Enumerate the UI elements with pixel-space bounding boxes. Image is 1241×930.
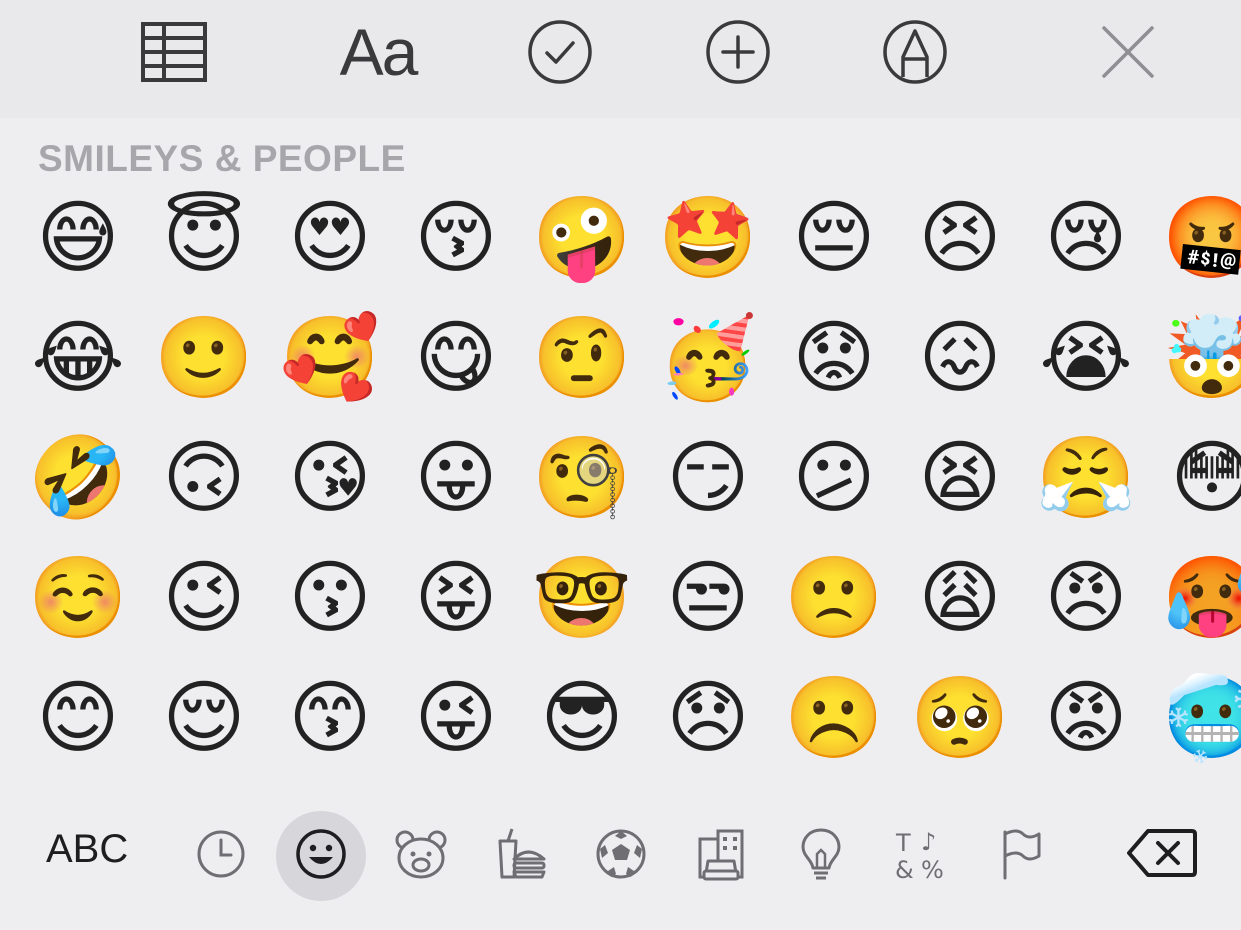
emoji-key[interactable]: ☹️ (782, 666, 886, 770)
emoji-key[interactable]: 😳 (1160, 426, 1241, 530)
emoji-key[interactable]: 🥰 (278, 306, 382, 410)
abc-button[interactable]: ABC (46, 827, 128, 872)
emoji-key[interactable]: 😖 (908, 306, 1012, 410)
emoji-key[interactable]: 😕 (782, 426, 886, 530)
emoji-panel[interactable]: SMILEYS & PEOPLE 😅 😇 😍 😚 🤪 🤩 😔 😣 😢 🤬 😂 🙂 🥰 😋 🤨 🥳 😟 😖 😭 🤯 🤣 🙃 😘… (0, 118, 1241, 793)
svg-text:&: & (895, 856, 914, 882)
pen-circle-icon (882, 19, 948, 85)
svg-text:%: % (921, 856, 944, 882)
smiley-icon (294, 827, 348, 886)
emoji-key[interactable]: 😂 (26, 306, 130, 410)
emoji-key[interactable]: 😌 (152, 666, 256, 770)
close-icon (1100, 24, 1156, 80)
text-format-label: Aa (339, 15, 419, 89)
emoji-key[interactable]: 😫 (908, 426, 1012, 530)
emoji-key[interactable]: 😘 (278, 426, 382, 530)
checklist-button[interactable] (520, 12, 600, 92)
insert-button[interactable] (698, 12, 778, 92)
emoji-key[interactable]: 🧐 (530, 426, 634, 530)
emoji-key[interactable]: 😛 (404, 426, 508, 530)
svg-text:T: T (895, 829, 911, 857)
emoji-key[interactable]: 🤓 (530, 546, 634, 650)
emoji-key[interactable]: 😚 (404, 186, 508, 290)
food-icon (494, 827, 548, 886)
emoji-key[interactable]: 🤩 (656, 186, 760, 290)
plus-circle-icon (705, 19, 771, 85)
svg-text:♪: ♪ (921, 828, 936, 856)
emoji-key[interactable]: 😒 (656, 546, 760, 650)
table-button[interactable] (134, 12, 214, 92)
keyboard-toolbar: Aa (0, 0, 1241, 118)
emoji-key[interactable]: 🤨 (530, 306, 634, 410)
markup-button[interactable] (875, 12, 955, 92)
emoji-key[interactable]: 🥵 (1160, 546, 1241, 650)
emoji-key[interactable]: 😣 (908, 186, 1012, 290)
bear-icon (393, 828, 449, 885)
emoji-key[interactable]: 😏 (656, 426, 760, 530)
emoji-key[interactable]: 🥳 (656, 306, 760, 410)
emoji-key[interactable]: 😅 (26, 186, 130, 290)
lightbulb-icon (799, 826, 843, 887)
text-format-button[interactable]: Aa (328, 12, 428, 92)
category-food-drink[interactable] (476, 811, 566, 901)
emoji-key[interactable]: 🤯 (1160, 306, 1241, 410)
emoji-key[interactable]: 😗 (278, 546, 382, 650)
emoji-key[interactable]: 😍 (278, 186, 382, 290)
close-button[interactable] (1088, 12, 1168, 92)
emoji-key[interactable]: 😩 (908, 546, 1012, 650)
category-symbols[interactable]: T ♪ & % (876, 811, 966, 901)
emoji-key[interactable]: 😢 (1034, 186, 1138, 290)
delete-backspace-icon (1126, 827, 1198, 884)
emoji-key[interactable]: 😤 (1034, 426, 1138, 530)
flag-icon (999, 828, 1043, 885)
emoji-key[interactable]: 😇 (152, 186, 256, 290)
emoji-key[interactable]: 😊 (26, 666, 130, 770)
emoji-key[interactable]: 😠 (1034, 546, 1138, 650)
emoji-key[interactable]: 🙁 (782, 546, 886, 650)
emoji-key[interactable]: 😋 (404, 306, 508, 410)
emoji-key[interactable]: 😉 (152, 546, 256, 650)
emoji-key[interactable]: 😟 (782, 306, 886, 410)
emoji-key[interactable]: 😙 (278, 666, 382, 770)
emoji-key[interactable]: 🤪 (530, 186, 634, 290)
building-car-icon (694, 827, 748, 886)
emoji-key[interactable]: 😭 (1034, 306, 1138, 410)
emoji-key[interactable]: 🤬 (1160, 186, 1241, 290)
clock-icon (195, 828, 247, 885)
checkmark-circle-icon (527, 19, 593, 85)
emoji-key[interactable]: 😔 (782, 186, 886, 290)
category-objects[interactable] (776, 811, 866, 901)
category-travel-places[interactable] (676, 811, 766, 901)
emoji-key[interactable]: ☺️ (26, 546, 130, 650)
section-title: SMILEYS & PEOPLE (38, 138, 406, 179)
emoji-key[interactable]: 😎 (530, 666, 634, 770)
emoji-key[interactable]: 😜 (404, 666, 508, 770)
emoji-key[interactable]: 🥶 (1160, 666, 1241, 770)
emoji-key[interactable]: 🙂 (152, 306, 256, 410)
emoji-key[interactable]: 😝 (404, 546, 508, 650)
emoji-key[interactable]: 🙃 (152, 426, 256, 530)
soccer-ball-icon (594, 827, 648, 886)
category-activity[interactable] (576, 811, 666, 901)
emoji-key[interactable]: 🥺 (908, 666, 1012, 770)
emoji-key[interactable]: 😡 (1034, 666, 1138, 770)
delete-button[interactable] (1122, 823, 1202, 887)
category-flags[interactable] (976, 811, 1066, 901)
category-animals-nature[interactable] (376, 811, 466, 901)
category-smileys-people[interactable] (276, 811, 366, 901)
emoji-key[interactable]: 🤣 (26, 426, 130, 530)
category-frequently-used[interactable] (176, 811, 266, 901)
category-bar: ABC T ♪ & % (0, 793, 1241, 930)
symbols-icon: T ♪ & % (893, 826, 949, 887)
emoji-key[interactable]: 😞 (656, 666, 760, 770)
table-icon (140, 21, 208, 83)
